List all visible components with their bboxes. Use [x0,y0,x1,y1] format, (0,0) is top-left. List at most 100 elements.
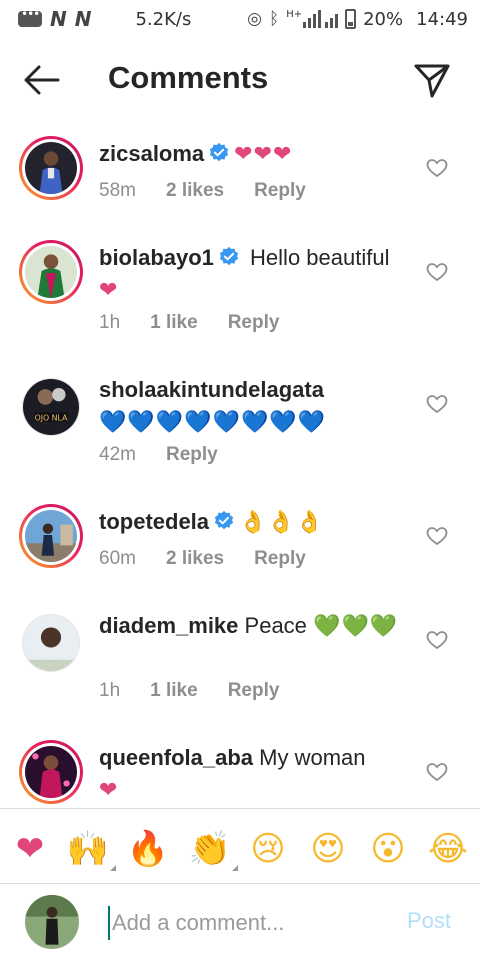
post-button[interactable]: Post [407,908,451,934]
comment-text: zicsaloma ❤❤❤ [99,138,409,171]
comment-emoji: 👌👌👌 [239,510,325,535]
comment-item: biolabayo1 Hello beautiful ❤ 1h 1 like Re… [0,226,480,358]
status-bar: N N 5.2K/s ◎ ᛒ H+ 20% 14:49 [0,0,480,38]
emoji-raising-hands-button[interactable]: 🙌 [66,827,116,871]
comment-time: 42m [99,444,136,465]
comment-item: OJO NLA sholaakintundelagata 💙💙💙💙💙💙💙💙 42m… [0,358,480,490]
reply-button[interactable]: Reply [228,312,280,334]
like-heart-icon[interactable] [426,630,448,650]
share-send-icon[interactable] [412,60,452,100]
comment-message: Peace [244,613,307,638]
page-title: Comments [108,60,269,95]
emoji-quick-bar: ❤ 🙌 🔥 👏 😢 😍 😮 😂 [0,808,480,884]
comment-likes[interactable]: 1 like [150,680,198,702]
emoji-fire-button[interactable]: 🔥 [126,827,170,871]
avatar[interactable] [22,614,80,672]
emoji-heart-eyes-button[interactable]: 😍 [306,827,350,871]
comment-text: topetedela 👌👌👌 [99,506,409,539]
like-heart-icon[interactable] [426,262,448,282]
comment-text: sholaakintundelagata 💙💙💙💙💙💙💙💙 [99,374,409,439]
comment-emoji: 💙💙💙💙💙💙💙💙 [99,410,327,435]
comment-likes[interactable]: 1 like [150,312,198,334]
comment-emoji: ❤ [99,278,119,303]
comment-time: 1h [99,680,121,701]
emoji-variant-indicator [232,865,238,871]
comment-item: topetedela 👌👌👌 60m 2 likes Reply [0,490,480,594]
reply-button[interactable]: Reply [254,180,306,202]
comment-message: My woman [259,745,366,770]
comment-composer: Post [0,884,480,960]
like-heart-icon[interactable] [426,762,448,782]
avatar-photo [25,746,77,798]
battery-percent: 20% [363,8,404,30]
verified-badge-icon [219,246,239,266]
comment-text: queenfola_aba My woman ❤ [99,742,409,807]
comments-list[interactable]: zicsaloma ❤❤❤ 58m 2 likes Reply biolabayo… [0,122,480,808]
comment-meta: 1h 1 like Reply [99,312,279,334]
comment-time: 60m [99,548,136,569]
emoji-surprised-button[interactable]: 😮 [366,827,410,871]
current-user-avatar [25,895,79,949]
battery-icon [345,9,357,29]
comment-item: queenfola_aba My woman ❤ [0,726,480,808]
comment-emoji: ❤❤❤ [234,142,293,167]
comment-username[interactable]: topetedela [99,509,209,534]
bluetooth-icon: ᛒ [269,9,280,29]
signal-icon: H+ [286,9,339,28]
header: Comments [0,38,480,122]
like-heart-icon[interactable] [426,394,448,414]
comment-time: 1h [99,312,121,333]
comment-meta: 1h 1 like Reply [99,680,279,702]
emoji-glyph: 🙌 [66,829,110,869]
like-heart-icon[interactable] [426,526,448,546]
comment-likes[interactable]: 2 likes [166,548,224,570]
comment-username[interactable]: zicsaloma [99,141,204,166]
comment-username[interactable]: biolabayo1 [99,245,214,270]
comment-item: zicsaloma ❤❤❤ 58m 2 likes Reply [0,122,480,226]
avatar[interactable]: OJO NLA [22,378,80,436]
comment-username[interactable]: sholaakintundelagata [99,377,324,402]
carrier-badge: N [50,7,67,31]
avatar-photo [25,510,77,562]
avatar-photo [25,246,77,298]
avatar[interactable] [19,240,83,304]
avatar[interactable] [19,740,83,804]
emoji-glyph: 👏 [188,829,232,869]
reply-button[interactable]: Reply [254,548,306,570]
emoji-heart-button[interactable]: ❤ [8,827,52,871]
comment-input[interactable] [108,906,388,940]
reply-button[interactable]: Reply [166,444,218,466]
reply-button[interactable]: Reply [228,680,280,702]
comment-text: diadem_mike Peace 💚💚💚 [99,610,409,643]
emoji-clapping-button[interactable]: 👏 [188,827,238,871]
network-speed: 5.2K/s [135,8,192,30]
clock: 14:49 [416,8,468,30]
avatar[interactable] [19,136,83,200]
avatar-caption: OJO NLA [35,413,69,422]
comment-emoji: ❤ [99,778,119,803]
avatar-photo: OJO NLA [23,379,79,435]
comment-username[interactable]: queenfola_aba [99,745,253,770]
emoji-laughing-button[interactable]: 😂 [426,827,470,871]
hotspot-icon: ◎ [247,9,262,29]
comment-message: Hello beautiful [250,245,390,270]
avatar-photo [25,142,77,194]
comment-text: biolabayo1 Hello beautiful ❤ [99,242,409,307]
comment-meta: 60m 2 likes Reply [99,548,306,570]
carrier-badge: N [74,7,92,31]
emoji-sad-button[interactable]: 😢 [246,827,290,871]
back-arrow-icon[interactable] [22,62,62,98]
comment-time: 58m [99,180,136,201]
avatar[interactable] [19,504,83,568]
avatar-photo [23,615,79,671]
comment-likes[interactable]: 2 likes [166,180,224,202]
message-notification-icon [18,7,42,27]
comment-emoji: 💚💚💚 [313,614,399,639]
verified-badge-icon [210,142,229,162]
like-heart-icon[interactable] [426,158,448,178]
comment-item: diadem_mike Peace 💚💚💚 1h 1 like Reply [0,594,480,726]
verified-badge-icon [214,510,234,530]
network-type: H+ [286,9,303,20]
comment-meta: 42m Reply [99,444,218,466]
comment-username[interactable]: diadem_mike [99,613,238,638]
